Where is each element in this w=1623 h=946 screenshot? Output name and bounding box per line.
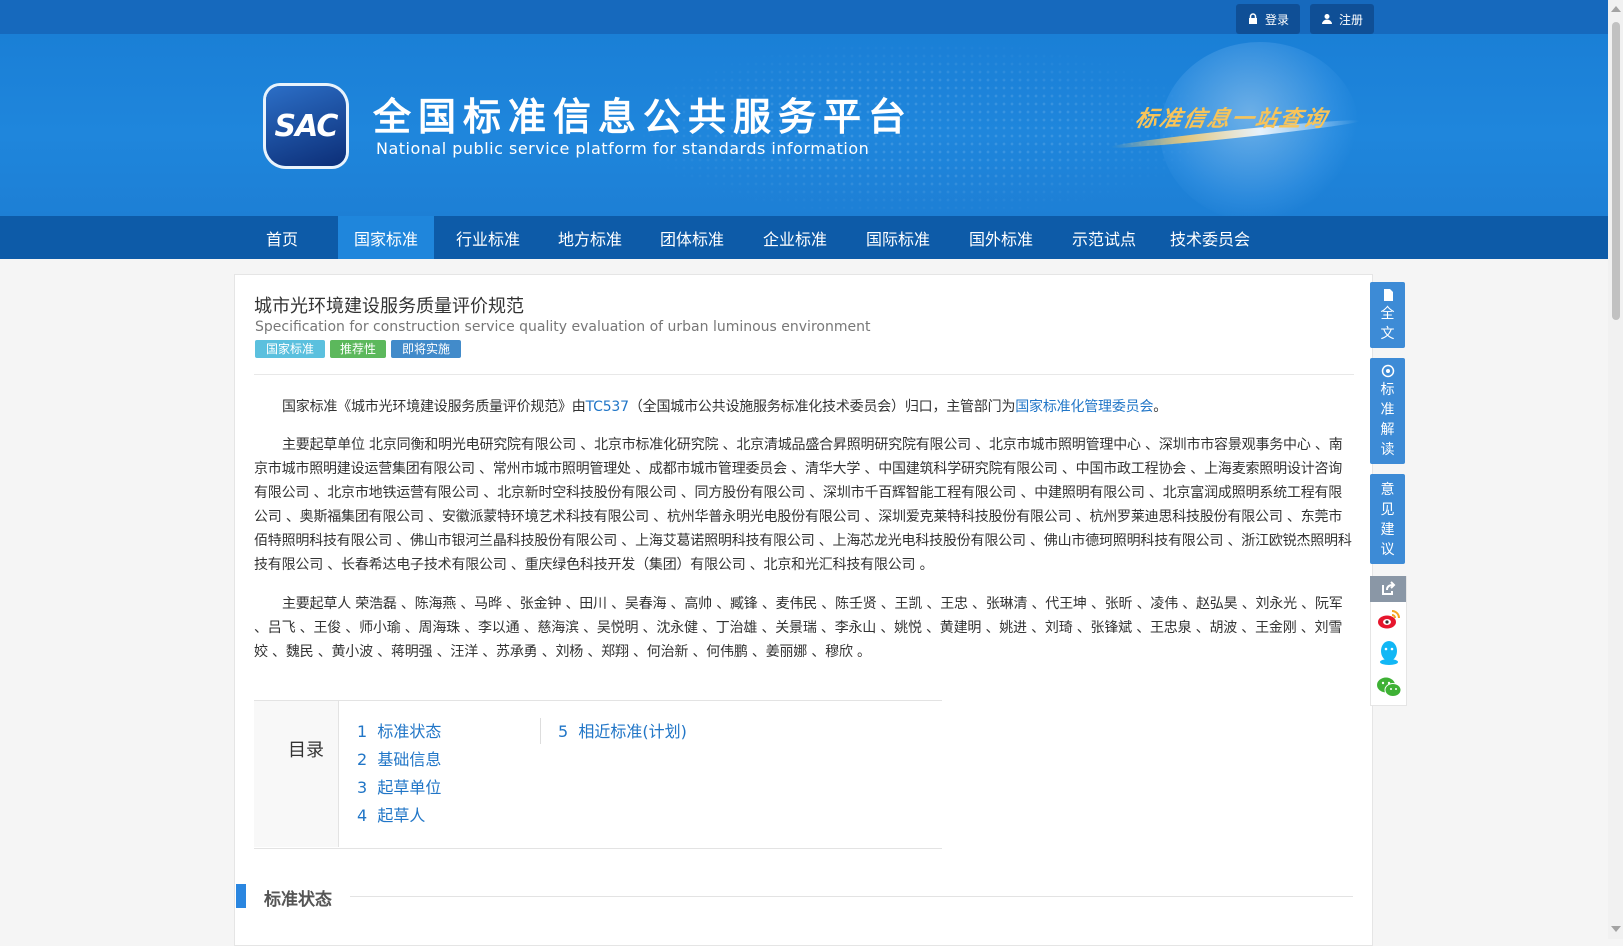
login-button[interactable]: 登录 xyxy=(1236,4,1300,34)
toc-item-basic-info[interactable]: 2 基础信息 xyxy=(357,746,441,770)
nav-home[interactable]: 首页 xyxy=(252,216,312,259)
section-divider xyxy=(350,896,1353,897)
user-icon xyxy=(1321,14,1332,24)
toc-item-label: 标准状态 xyxy=(377,722,442,741)
intro-prefix: 国家标准《城市光环境建设服务质量评价规范》由 xyxy=(282,399,586,415)
intro-paragraph: 国家标准《城市光环境建设服务质量评价规范》由TC537（全国城市公共设施服务标准… xyxy=(254,395,1354,419)
section-marker xyxy=(236,884,246,908)
feedback-label: 意见建议 xyxy=(1380,482,1395,558)
nav-foreign-standards[interactable]: 国外标准 xyxy=(961,216,1041,259)
register-button[interactable]: 注册 xyxy=(1310,4,1374,34)
toc-item-label: 相近标准(计划) xyxy=(578,722,687,741)
toc-item-drafters[interactable]: 4 起草人 xyxy=(357,802,425,826)
feedback-button[interactable]: 意见建议 xyxy=(1370,474,1405,564)
divider xyxy=(254,374,1354,375)
tc537-link[interactable]: TC537 xyxy=(586,399,629,415)
sac-dept-link[interactable]: 国家标准化管理委员会 xyxy=(1015,399,1153,415)
main-nav: 首页 国家标准 行业标准 地方标准 团体标准 企业标准 国际标准 国外标准 示范… xyxy=(0,216,1608,259)
site-title: 全国标准信息公共服务平台 xyxy=(373,95,914,139)
standard-title-en: Specification for construction service q… xyxy=(255,319,871,335)
interpretation-label: 标准解读 xyxy=(1380,382,1395,458)
drafters-paragraph: 主要起草人 荣浩磊 、陈海燕 、马晔 、张金钟 、田川 、吴春海 、高帅 、臧锋… xyxy=(254,596,1343,660)
slogan: 标准信息一站查询 xyxy=(1132,107,1331,132)
toc-label: 目录 xyxy=(288,740,324,761)
toc-item-num: 3 xyxy=(357,778,368,797)
toc-separator xyxy=(540,718,541,744)
nav-technical-committees[interactable]: 技术委员会 xyxy=(1162,216,1258,259)
play-circle-icon xyxy=(1381,364,1394,378)
share-toggle[interactable] xyxy=(1370,576,1406,602)
scroll-up-arrow[interactable] xyxy=(1611,6,1621,12)
scroll-down-arrow[interactable] xyxy=(1611,926,1621,932)
register-label: 注册 xyxy=(1338,12,1363,27)
section-title-status: 标准状态 xyxy=(264,890,332,910)
intro-suffix: 。 xyxy=(1153,399,1168,415)
nav-local-standards[interactable]: 地方标准 xyxy=(550,216,630,259)
toc-label-box xyxy=(254,701,339,847)
share-icon xyxy=(1382,581,1396,595)
lock-icon xyxy=(1248,13,1257,24)
nav-national-standards[interactable]: 国家标准 xyxy=(338,216,434,259)
nav-international-standards[interactable]: 国际标准 xyxy=(858,216,938,259)
tag-national-standard: 国家标准 xyxy=(255,340,325,358)
nav-industry-standards[interactable]: 行业标准 xyxy=(448,216,528,259)
interpretation-button[interactable]: 标准解读 xyxy=(1370,358,1405,464)
qq-icon[interactable] xyxy=(1376,640,1402,666)
toc-item-num: 1 xyxy=(357,722,368,741)
toc-item-similar-standards[interactable]: 5 相近标准(计划) xyxy=(558,718,687,742)
toc-item-drafting-units[interactable]: 3 起草单位 xyxy=(357,774,441,798)
site-subtitle: National public service platform for sta… xyxy=(376,139,870,158)
toc-item-status[interactable]: 1 标准状态 xyxy=(357,718,441,742)
toc-item-label: 基础信息 xyxy=(377,750,442,769)
intro-middle: （全国城市公共设施服务标准化技术委员会）归口，主管部门为 xyxy=(628,399,1016,415)
standard-title: 城市光环境建设服务质量评价规范 xyxy=(254,296,524,317)
nav-enterprise-standards[interactable]: 企业标准 xyxy=(755,216,835,259)
drafting-units-paragraph: 主要起草单位 北京同衡和明光电研究院有限公司 、北京市标准化研究院 、北京清城品… xyxy=(254,437,1352,573)
toc-item-label: 起草单位 xyxy=(377,778,442,797)
toc-item-num: 4 xyxy=(357,806,368,825)
toc-item-label: 起草人 xyxy=(377,806,426,825)
wechat-icon[interactable] xyxy=(1376,674,1402,700)
fulltext-label: 全文 xyxy=(1380,306,1395,342)
sac-logo[interactable]: SAC xyxy=(266,86,346,166)
toc-item-num: 2 xyxy=(357,750,368,769)
nav-pilot-demos[interactable]: 示范试点 xyxy=(1064,216,1144,259)
login-label: 登录 xyxy=(1264,12,1289,27)
toc-item-num: 5 xyxy=(558,722,569,741)
logo-text: SAC xyxy=(274,108,339,144)
tag-upcoming: 即将实施 xyxy=(391,340,461,358)
document-icon xyxy=(1383,289,1393,301)
tag-recommended: 推荐性 xyxy=(330,340,386,358)
nav-group-standards[interactable]: 团体标准 xyxy=(652,216,732,259)
fulltext-button[interactable]: 全文 xyxy=(1370,282,1405,348)
scroll-thumb[interactable] xyxy=(1612,22,1620,320)
weibo-icon[interactable] xyxy=(1376,606,1402,632)
